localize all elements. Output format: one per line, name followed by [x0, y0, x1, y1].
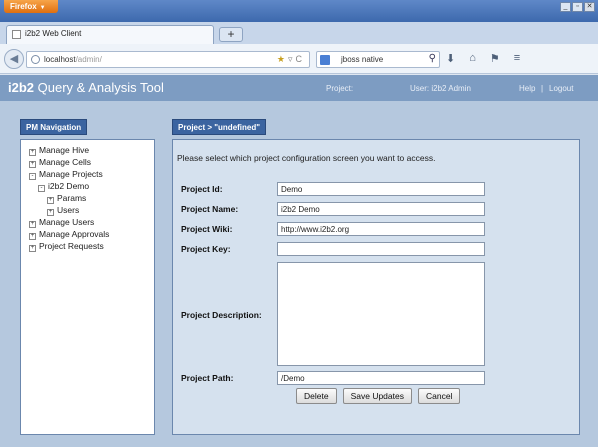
project-description-field[interactable]: [277, 262, 485, 366]
nav-item[interactable]: + Project Requests: [29, 240, 109, 252]
expand-icon[interactable]: +: [47, 209, 54, 216]
back-button[interactable]: ◀: [4, 49, 24, 69]
url-controls: ★▿C: [277, 54, 305, 65]
expand-icon[interactable]: +: [29, 149, 36, 156]
nav-panel-title: PM Navigation: [20, 119, 88, 135]
browser-tabbar: i2b2 Web Client +: [0, 22, 598, 44]
nav-item-label: Manage Approvals: [39, 229, 110, 239]
nav-item[interactable]: + Manage Cells: [29, 156, 109, 168]
menu-icon[interactable]: ≡: [514, 52, 520, 65]
browser-tab[interactable]: i2b2 Web Client: [6, 25, 214, 44]
project-id-field[interactable]: [277, 182, 485, 196]
collapse-icon[interactable]: -: [29, 173, 36, 180]
cancel-button[interactable]: Cancel: [417, 388, 461, 404]
user-label: User: i2b2 Admin: [410, 84, 471, 93]
maximize-icon[interactable]: ▫: [572, 2, 583, 12]
bookmark-star-icon[interactable]: ★: [277, 54, 288, 64]
download-icon[interactable]: ⬇: [446, 52, 455, 65]
browser-titlebar: Firefox ▼ _ ▫ ✕: [0, 0, 598, 22]
header-separator: |: [541, 84, 544, 93]
back-arrow-icon: ◀: [9, 53, 19, 65]
site-identity-icon: [31, 55, 40, 64]
firefox-menu-button[interactable]: Firefox ▼: [4, 0, 58, 13]
reload-icon[interactable]: C: [296, 54, 306, 64]
nav-item-label: Params: [57, 193, 87, 203]
project-link[interactable]: Project:: [326, 84, 353, 93]
expand-icon[interactable]: +: [29, 161, 36, 168]
url-bar[interactable]: localhost/admin/ ★▿C: [26, 51, 310, 68]
nav-panel: + Manage Hive + Manage Cells - Manage Project…: [20, 139, 155, 435]
project-wiki-label: Project Wiki:: [181, 224, 233, 234]
expand-icon[interactable]: +: [29, 245, 36, 252]
nav-item[interactable]: + Users: [29, 204, 109, 216]
tab-title: i2b2 Web Client: [25, 29, 82, 38]
nav-item-label: Project Requests: [39, 241, 104, 251]
search-icon[interactable]: ⚲: [429, 53, 436, 64]
logo-brand: i2b2: [8, 80, 35, 95]
project-name-label: Project Name:: [181, 204, 239, 214]
save-updates-button[interactable]: Save Updates: [342, 388, 412, 404]
expand-icon[interactable]: +: [29, 221, 36, 228]
project-panel-title: Project > "undefined": [172, 119, 267, 135]
action-buttons: Delete Save Updates Cancel: [296, 388, 461, 404]
page-favicon-icon: [12, 30, 21, 39]
help-link[interactable]: Help: [519, 84, 535, 93]
search-text: jboss native: [341, 55, 384, 64]
window-controls: _ ▫ ✕: [560, 2, 595, 12]
project-wiki-field[interactable]: [277, 222, 485, 236]
search-bar[interactable]: jboss native ⚲: [316, 51, 440, 68]
toolbar-icons: ⬇ ⌂ ⚑ ≡: [446, 52, 520, 65]
logout-link[interactable]: Logout: [549, 84, 573, 93]
nav-item[interactable]: + Manage Users: [29, 216, 109, 228]
intro-text: Please select which project configuratio…: [177, 153, 436, 163]
nav-item-label: i2b2 Demo: [48, 181, 90, 191]
project-description-label: Project Description:: [181, 310, 262, 320]
nav-item-label: Manage Cells: [39, 157, 91, 167]
project-name-field[interactable]: [277, 202, 485, 216]
project-path-label: Project Path:: [181, 373, 234, 383]
expand-icon[interactable]: +: [47, 197, 54, 204]
project-key-label: Project Key:: [181, 244, 231, 254]
bookmark-icon[interactable]: ⚑: [490, 52, 500, 65]
nav-item-label: Manage Projects: [39, 169, 103, 179]
delete-button[interactable]: Delete: [296, 388, 337, 404]
firefox-menu-label: Firefox: [10, 2, 37, 11]
nav-item-label: Users: [57, 205, 80, 215]
browser-navbar: ◀ localhost/admin/ ★▿C jboss native ⚲ ⬇ …: [0, 44, 598, 74]
minimize-icon[interactable]: _: [560, 2, 571, 12]
nav-item[interactable]: + Params: [29, 192, 109, 204]
new-tab-button[interactable]: +: [219, 27, 243, 42]
nav-item[interactable]: - i2b2 Demo: [29, 180, 109, 192]
nav-tree: + Manage Hive + Manage Cells - Manage Project…: [29, 144, 109, 252]
project-panel: Please select which project configuratio…: [172, 139, 580, 435]
collapse-icon[interactable]: -: [38, 185, 45, 192]
project-id-label: Project Id:: [181, 184, 223, 194]
nav-item-label: Manage Hive: [39, 145, 90, 155]
nav-item[interactable]: - Manage Projects: [29, 168, 109, 180]
url-path: /admin/: [75, 55, 102, 64]
close-icon[interactable]: ✕: [584, 2, 595, 12]
expand-icon[interactable]: +: [29, 233, 36, 240]
project-key-field[interactable]: [277, 242, 485, 256]
logo-text: Query & Analysis Tool: [34, 80, 164, 95]
dropdown-icon[interactable]: ▿: [288, 54, 296, 64]
url-text: localhost/admin/: [44, 55, 102, 64]
app-logo: i2b2 Query & Analysis Tool: [8, 80, 164, 95]
nav-item[interactable]: + Manage Approvals: [29, 228, 109, 240]
nav-item-label: Manage Users: [39, 217, 95, 227]
home-icon[interactable]: ⌂: [469, 52, 476, 65]
project-path-field[interactable]: [277, 371, 485, 385]
nav-item[interactable]: + Manage Hive: [29, 144, 109, 156]
url-host: localhost: [44, 55, 76, 64]
chevron-down-icon: ▼: [39, 5, 46, 11]
search-engine-icon[interactable]: [320, 55, 330, 65]
app-header: i2b2 Query & Analysis Tool Project: User…: [0, 75, 598, 101]
